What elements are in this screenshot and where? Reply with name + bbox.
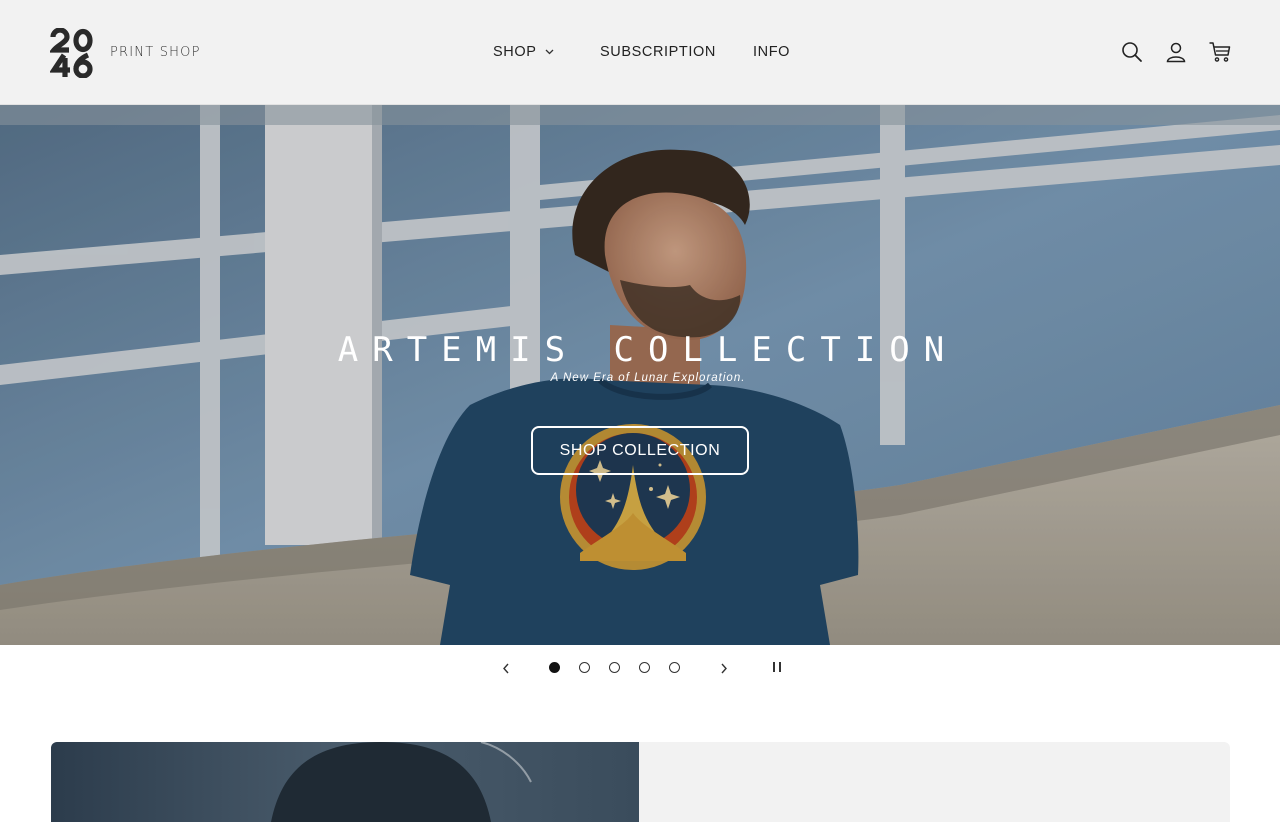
nav-shop-label: SHOP bbox=[493, 44, 537, 60]
slideshow-controls bbox=[0, 645, 1280, 690]
hero-banner: ARTEMIS COLLECTION A New Era of Lunar Ex… bbox=[0, 105, 1280, 645]
shop-collection-button[interactable]: SHOP COLLECTION bbox=[531, 426, 749, 475]
slide-dot-3[interactable] bbox=[609, 662, 620, 673]
hero-title: ARTEMIS COLLECTION bbox=[337, 330, 959, 370]
main-nav: SHOP SUBSCRIPTION INFO bbox=[0, 44, 1280, 64]
nav-info-label: INFO bbox=[753, 44, 791, 60]
slide-dot-1[interactable] bbox=[549, 662, 560, 673]
nav-subscription[interactable]: SUBSCRIPTION bbox=[600, 44, 716, 60]
featured-section bbox=[51, 742, 1230, 822]
nav-subscription-label: SUBSCRIPTION bbox=[600, 44, 716, 60]
chevron-right-icon[interactable] bbox=[716, 660, 732, 676]
nav-info[interactable]: INFO bbox=[753, 44, 790, 60]
nav-shop[interactable]: SHOP bbox=[493, 44, 554, 60]
slide-dot-5[interactable] bbox=[669, 662, 680, 673]
hero-subtitle: A New Era of Lunar Exploration. bbox=[550, 372, 746, 384]
slide-dot-2[interactable] bbox=[579, 662, 590, 673]
account-icon[interactable] bbox=[1164, 40, 1188, 64]
site-header: PRINT SHOP SHOP SUBSCRIPTION INFO bbox=[0, 0, 1280, 105]
slide-dot-4[interactable] bbox=[639, 662, 650, 673]
featured-image bbox=[51, 742, 639, 822]
cart-icon[interactable] bbox=[1208, 40, 1232, 64]
chevron-left-icon[interactable] bbox=[498, 660, 514, 676]
pause-icon[interactable] bbox=[771, 661, 783, 673]
search-icon[interactable] bbox=[1120, 40, 1144, 64]
chevron-down-icon bbox=[545, 49, 553, 55]
